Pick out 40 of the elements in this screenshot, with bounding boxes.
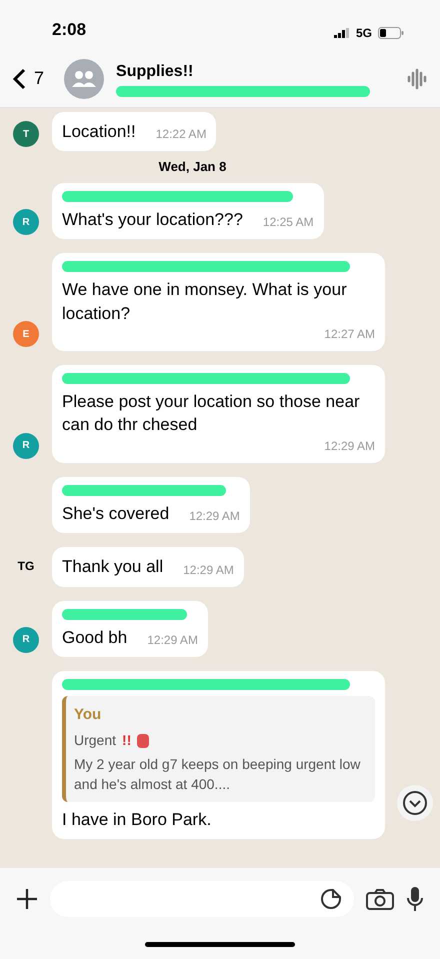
message-text: Good bh [62, 626, 128, 648]
message-time: 12:27 AM [324, 326, 375, 343]
sender-avatar: R [13, 626, 39, 653]
scroll-down-icon[interactable] [396, 784, 434, 822]
sender-avatar: E [13, 321, 39, 347]
message-time: 12:22 AM [156, 126, 206, 144]
message-time: 12:25 AM [262, 214, 314, 232]
quote-author: You [74, 704, 102, 725]
message-time: 12:29 AM [183, 562, 234, 578]
sender-avatar: R [13, 432, 39, 459]
microphone-icon[interactable] [406, 886, 424, 912]
status-time: 2:08 [52, 18, 86, 40]
sender-avatar: R [13, 209, 39, 236]
sound-wave-icon[interactable] [406, 68, 428, 90]
battery-icon [378, 27, 404, 39]
quote-title: Urgent [74, 731, 116, 750]
message-time: 12:29 AM [189, 508, 240, 526]
message-text: Location!! [62, 121, 136, 143]
message-input[interactable] [50, 881, 354, 917]
sender-initials: TG [18, 558, 34, 574]
message-time: 12:29 AM [324, 438, 375, 455]
message-time: 12:29 AM [147, 632, 198, 649]
date-divider: Wed, Jan 8 [158, 158, 228, 176]
back-icon[interactable] [12, 68, 26, 90]
exclamation-mark: !! [122, 731, 132, 750]
message-text: We have one in monsey. What is your location? [62, 279, 348, 325]
message-text: Thank you all [62, 556, 164, 578]
signal-icon [334, 28, 350, 38]
network-label: 5G [356, 25, 372, 42]
sender-avatar: T [13, 121, 39, 148]
sticker-icon[interactable] [320, 888, 342, 910]
camera-icon[interactable] [366, 888, 394, 910]
plus-icon[interactable] [16, 888, 38, 910]
message-text: Please post your location so those near can do thr chesed [62, 391, 361, 436]
chat-title[interactable]: Supplies!! [116, 60, 398, 84]
unread-count[interactable]: 7 [34, 65, 44, 92]
quote-text: My 2 year old g7 keeps on beeping urgent low and he's almost at 400.... [74, 755, 362, 794]
message-text: What's your location??? [62, 208, 243, 231]
message-text: I have in Boro Park. [62, 808, 212, 831]
message-text: She's covered [62, 502, 170, 525]
